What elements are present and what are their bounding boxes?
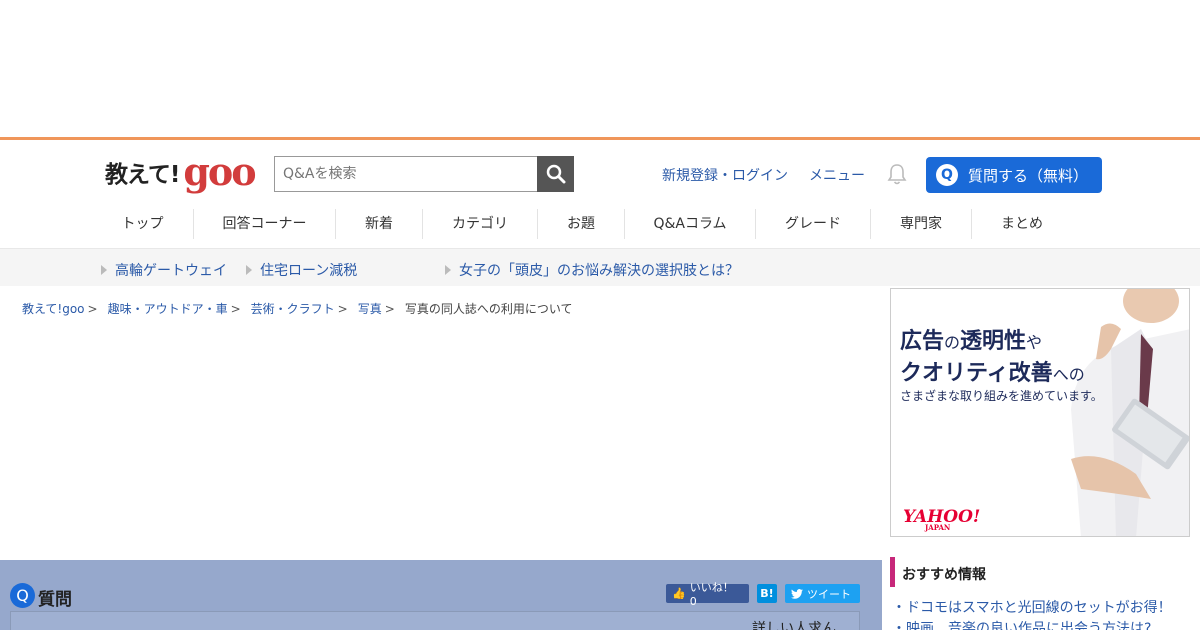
top-ad-area bbox=[0, 0, 1200, 137]
notification-bell-icon[interactable] bbox=[886, 162, 908, 186]
q-icon: Q bbox=[936, 164, 958, 186]
nav-item-qa-column[interactable]: Q&Aコラム bbox=[625, 209, 756, 239]
trending-link-label: 住宅ローン減税 bbox=[260, 263, 358, 279]
nav-item-answer-corner[interactable]: 回答コーナー bbox=[194, 209, 336, 239]
facebook-like-button[interactable]: 👍 いいね！ 0 bbox=[666, 581, 749, 608]
question-title-partial: 詳しい人求ん bbox=[752, 621, 836, 630]
menu-link[interactable]: メニュー bbox=[809, 165, 865, 185]
ad-text: や bbox=[1026, 333, 1043, 352]
ad-text: 透明性 bbox=[960, 329, 1027, 354]
recommend-accent-bar bbox=[890, 557, 895, 587]
trending-link[interactable]: 住宅ローン減税 bbox=[246, 260, 357, 280]
tweet-button[interactable]: ツイート bbox=[785, 584, 860, 603]
header-accent-line bbox=[0, 137, 1200, 140]
breadcrumb-link[interactable]: 芸術・クラフト bbox=[251, 300, 335, 317]
nav-item-expert[interactable]: 専門家 bbox=[871, 209, 972, 239]
like-count: いいね！ 0 bbox=[689, 581, 734, 608]
search-button[interactable] bbox=[537, 156, 574, 192]
nav-item-category[interactable]: カテゴリ bbox=[423, 209, 538, 239]
ask-button-label: 質問する（無料） bbox=[968, 166, 1089, 185]
breadcrumb-link[interactable]: 趣味・アウトドア・車 bbox=[108, 300, 228, 317]
ad-text: クオリティ改善 bbox=[900, 361, 1053, 386]
ad-person-image bbox=[1071, 289, 1189, 536]
trending-link-label: 女子の「頭皮」のお悩み解決の選択肢とは？ bbox=[459, 263, 739, 279]
tweet-label: ツイート bbox=[807, 587, 851, 601]
recommend-title: おすすめ情報 bbox=[902, 567, 986, 583]
nav-item-grade[interactable]: グレード bbox=[756, 209, 871, 239]
twitter-bird-icon bbox=[791, 588, 803, 599]
triangle-right-icon bbox=[445, 265, 451, 275]
breadcrumb: 教えて!goo > 趣味・アウトドア・車 > 芸術・クラフト > 写真 > 写真… bbox=[22, 300, 572, 317]
ad-headline-2: クオリティ改善への bbox=[900, 355, 1085, 387]
trending-link[interactable]: 女子の「頭皮」のお悩み解決の選択肢とは？ bbox=[445, 260, 739, 280]
question-heading: 質問 bbox=[38, 590, 72, 610]
recommend-item[interactable]: ・ドコモはスマホと光回線のセットがお得！ bbox=[892, 597, 1172, 617]
breadcrumb-separator: > bbox=[384, 301, 395, 316]
sidebar-ad[interactable]: 広告の透明性や クオリティ改善への さまざまな取り組みを進めています。 YAHO… bbox=[890, 288, 1190, 537]
breadcrumb-separator: > bbox=[87, 301, 98, 316]
ask-question-button[interactable]: Q 質問する（無料） bbox=[926, 157, 1102, 193]
register-login-link[interactable]: 新規登録・ログイン bbox=[662, 165, 788, 185]
breadcrumb-current: 写真の同人誌への利用について bbox=[404, 302, 573, 316]
nav-item-new[interactable]: 新着 bbox=[336, 209, 423, 239]
nav-item-top[interactable]: トップ bbox=[92, 209, 194, 239]
site-logo[interactable]: 教えて! goo bbox=[105, 149, 257, 194]
ad-text: への bbox=[1052, 365, 1085, 384]
search-box bbox=[274, 156, 574, 192]
recommend-item[interactable]: ・映画、音楽の良い作品に出会う方法は? bbox=[892, 618, 1151, 630]
thumbs-up-icon: 👍 bbox=[672, 587, 686, 600]
trending-bar: 高輪ゲートウェイ 住宅ローン減税 女子の「頭皮」のお悩み解決の選択肢とは？ bbox=[0, 248, 1200, 286]
nav-item-topic[interactable]: お題 bbox=[538, 209, 625, 239]
question-box bbox=[10, 611, 860, 630]
breadcrumb-link[interactable]: 写真 bbox=[358, 300, 382, 317]
ad-brand-logo: YAHOO! JAPAN bbox=[903, 507, 980, 532]
logo-goo: goo bbox=[183, 149, 256, 194]
triangle-right-icon bbox=[101, 265, 107, 275]
trending-link[interactable]: 高輪ゲートウェイ bbox=[101, 260, 227, 280]
ad-text: の bbox=[944, 333, 961, 352]
triangle-right-icon bbox=[246, 265, 252, 275]
search-input[interactable] bbox=[275, 157, 538, 191]
breadcrumb-separator: > bbox=[230, 301, 241, 316]
main-nav: トップ 回答コーナー 新着 カテゴリ お題 Q&Aコラム グレード 専門家 まと… bbox=[92, 206, 1072, 242]
nav-item-matome[interactable]: まとめ bbox=[972, 209, 1072, 239]
question-q-icon: Q bbox=[10, 583, 35, 608]
ad-text: 広告 bbox=[900, 329, 945, 354]
breadcrumb-separator: > bbox=[337, 301, 348, 316]
hatena-bookmark-button[interactable]: B! bbox=[757, 584, 777, 603]
logo-text: 教えて! bbox=[105, 162, 180, 188]
ad-headline-1: 広告の透明性や bbox=[900, 323, 1042, 355]
ad-subtext: さまざまな取り組みを進めています。 bbox=[900, 389, 1103, 403]
breadcrumb-link[interactable]: 教えて!goo bbox=[22, 300, 85, 317]
search-icon bbox=[546, 164, 565, 184]
trending-link-label: 高輪ゲートウェイ bbox=[115, 263, 227, 279]
